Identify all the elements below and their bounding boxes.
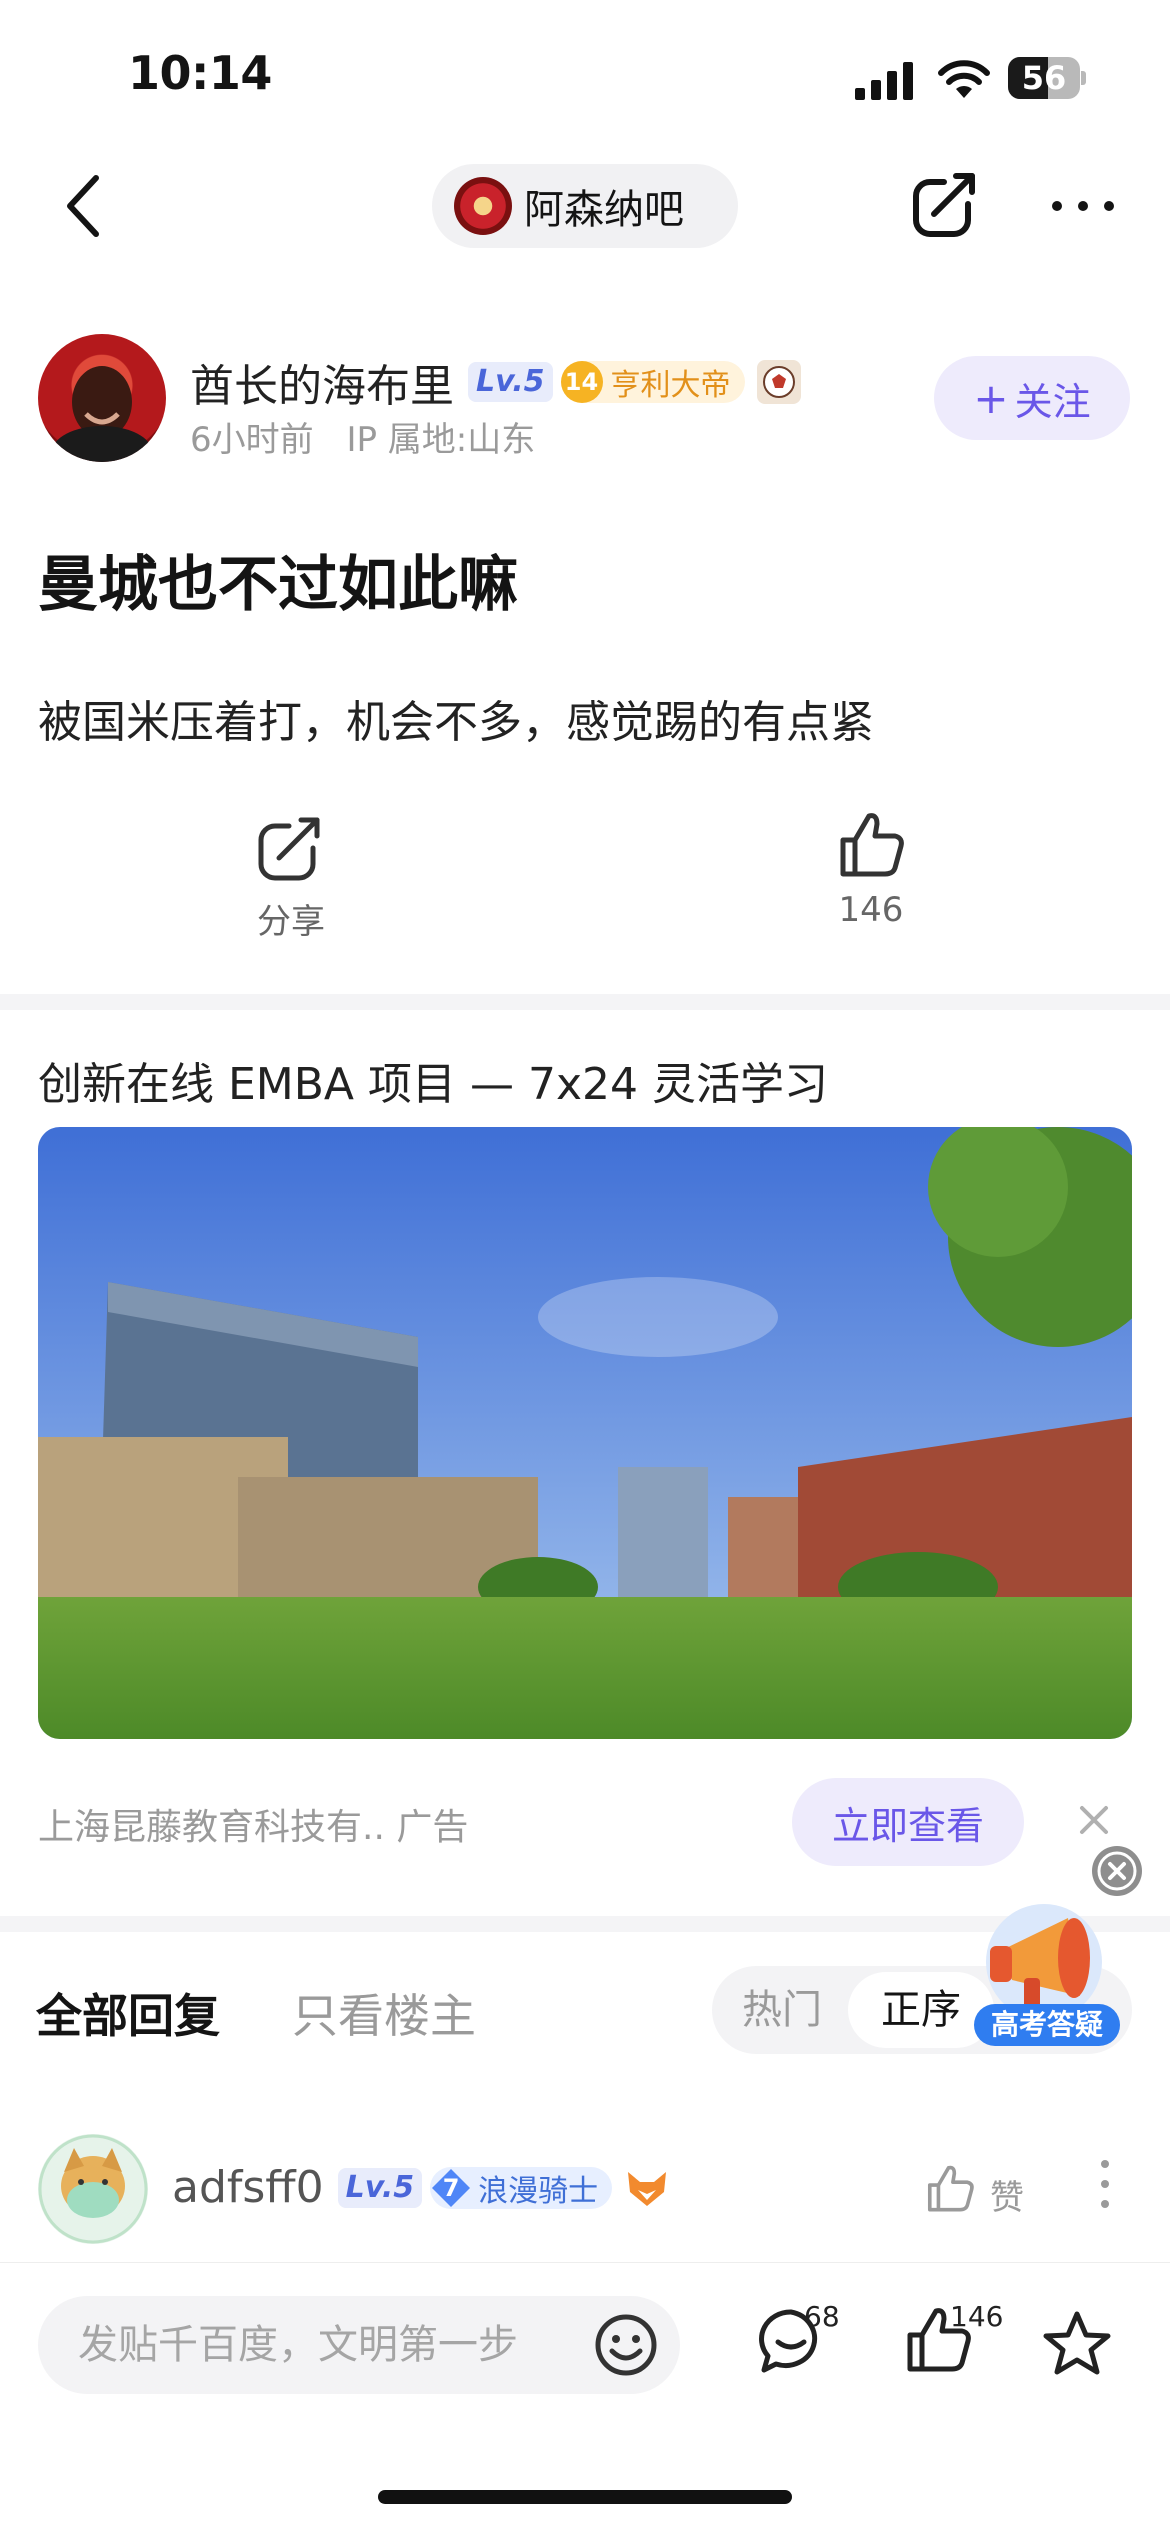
like-button[interactable]: 146 xyxy=(816,808,926,930)
level-badge: Lv.5 xyxy=(337,2167,423,2208)
like-count-bottom: 146 xyxy=(950,2300,1004,2333)
commenter-row: adfsff0 Lv.5 7 浪漫骑士 xyxy=(172,2162,670,2213)
diamond-icon: 7 xyxy=(430,2167,472,2209)
post-time: 6小时前 xyxy=(190,420,314,460)
title-name: 浪漫骑士 xyxy=(478,2173,599,2209)
ip-location: IP 属地:山东 xyxy=(346,420,536,460)
promo-label: 高考答疑 xyxy=(974,2004,1120,2046)
comment-like-button[interactable] xyxy=(924,2162,976,2218)
ad-cta-button[interactable]: 立即查看 xyxy=(792,1778,1024,1866)
comment-count: 68 xyxy=(804,2300,840,2333)
author-meta: 6小时前 IP 属地:山东 xyxy=(190,412,535,461)
comment-like-label: 赞 xyxy=(990,2178,1024,2218)
section-divider xyxy=(0,994,1170,1010)
title-name: 亨利大帝 xyxy=(610,368,731,403)
sort-hot[interactable]: 热门 xyxy=(742,1966,822,2054)
commenter-avatar[interactable] xyxy=(38,2134,148,2244)
signal-icon xyxy=(855,62,913,100)
commenter-name[interactable]: adfsff0 xyxy=(172,2162,324,2213)
share-icon[interactable] xyxy=(910,168,982,240)
emoji-icon[interactable] xyxy=(594,2313,658,2377)
status-time: 10:14 xyxy=(128,46,272,100)
like-count: 146 xyxy=(838,890,904,930)
share-button[interactable]: 分享 xyxy=(240,812,342,943)
close-icon xyxy=(1097,1851,1137,1891)
star-icon[interactable] xyxy=(1042,2310,1112,2378)
post-title: 曼城也不过如此嘛 xyxy=(38,550,518,620)
post-body: 被国米压着打，机会不多，感觉踢的有点紧 xyxy=(38,697,874,748)
share-icon xyxy=(258,817,320,881)
thumbs-up-icon xyxy=(840,813,904,877)
author-name[interactable]: 酋长的海布里 xyxy=(190,350,454,414)
football-badge-icon xyxy=(756,360,801,404)
thumbs-up-icon xyxy=(927,2165,974,2212)
ad-source: 上海昆藤教育科技有.. 广告 xyxy=(38,1807,469,1848)
title-badge: 7 浪漫骑士 xyxy=(430,2166,613,2209)
follow-label: 关注 xyxy=(1014,379,1091,424)
author-name-row: 酋长的海布里 Lv.5 14 亨利大帝 xyxy=(190,350,801,414)
more-icon[interactable] xyxy=(1050,196,1116,216)
author-avatar[interactable] xyxy=(38,334,166,462)
title-level: 14 xyxy=(560,361,603,403)
close-icon[interactable] xyxy=(1074,1800,1114,1840)
tab-all-replies[interactable]: 全部回复 xyxy=(36,1980,220,2046)
fox-badge-icon xyxy=(628,2171,667,2206)
home-indicator xyxy=(378,2490,792,2504)
wifi-icon xyxy=(938,60,990,98)
battery-level: 56 xyxy=(1021,59,1067,97)
reply-input[interactable]: 发贴千百度，文明第一步 xyxy=(38,2296,680,2394)
forum-name: 阿森纳吧 xyxy=(524,187,684,233)
title-level: 7 xyxy=(442,2173,460,2202)
level-badge: Lv.5 xyxy=(468,362,553,402)
forum-chip[interactable]: 阿森纳吧 xyxy=(432,164,738,248)
reply-input-placeholder: 发贴千百度，文明第一步 xyxy=(78,2322,518,2368)
plus-icon: + xyxy=(973,373,1009,423)
more-vertical-icon[interactable] xyxy=(1100,2158,1110,2210)
ad-image[interactable] xyxy=(38,1127,1132,1739)
back-icon[interactable] xyxy=(56,170,112,242)
floating-close-button[interactable] xyxy=(1092,1846,1142,1896)
battery-icon: 56 xyxy=(1008,57,1086,99)
follow-button[interactable]: + 关注 xyxy=(934,356,1130,440)
ad-title[interactable]: 创新在线 EMBA 项目 — 7x24 灵活学习 xyxy=(38,1048,828,1112)
share-label: 分享 xyxy=(257,902,325,942)
tab-owner-only[interactable]: 只看楼主 xyxy=(292,1980,476,2046)
promo-floating-button[interactable]: 高考答疑 xyxy=(972,1900,1122,2050)
forum-avatar xyxy=(454,177,512,235)
title-badge: 14 亨利大帝 xyxy=(560,361,745,403)
